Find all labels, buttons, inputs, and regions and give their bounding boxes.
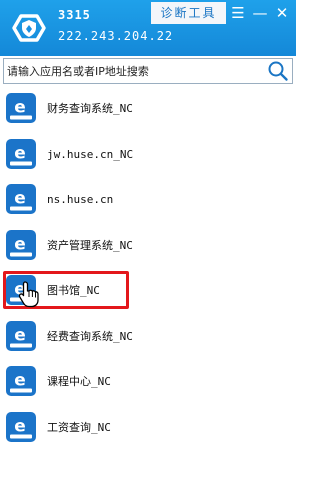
browser-e-icon: e [6, 184, 36, 214]
browser-e-icon: e [6, 366, 36, 396]
app-item-label: 图书馆_NC [47, 284, 100, 297]
svg-text:e: e [14, 189, 26, 209]
app-item-label: ns.huse.cn [47, 193, 114, 206]
server-ip: 222.243.204.22 [58, 29, 174, 43]
app-item-label: jw.huse.cn_NC [47, 147, 134, 161]
app-title: 3315 [58, 8, 91, 22]
app-item-finance[interactable]: e 财务查询系统_NC [0, 86, 296, 132]
hand-pointer-icon [18, 281, 39, 308]
app-item-funds[interactable]: e 经费查询系统_NC [0, 314, 296, 360]
browser-e-icon: e [6, 320, 36, 351]
app-item-ns[interactable]: e ns.huse.cn [0, 177, 296, 223]
app-item-assets[interactable]: e 资产管理系统_NC [0, 223, 296, 269]
app-item-label: 工资查询_NC [47, 420, 111, 434]
app-item-label: 资产管理系统_NC [47, 238, 133, 252]
minimize-icon[interactable]: — [249, 2, 271, 24]
title-bar: 3315 222.243.204.22 诊断工具 ☰ — ✕ [0, 0, 296, 56]
app-list: e 财务查询系统_NC e jw.huse.cn_NC e ns.huse.cn… [0, 86, 296, 450]
search-icon[interactable] [267, 60, 289, 82]
browser-e-icon: e [6, 411, 36, 442]
svg-text:e: e [14, 143, 26, 163]
search-input[interactable] [7, 61, 262, 81]
app-item-salary[interactable]: e 工资查询_NC [0, 405, 296, 451]
app-item-course[interactable]: e 课程中心_NC [0, 359, 296, 405]
svg-text:e: e [14, 98, 26, 118]
browser-e-icon: e [6, 229, 36, 260]
app-item-label: 经费查询系统_NC [47, 329, 133, 343]
app-item-jw[interactable]: e jw.huse.cn_NC [0, 132, 296, 178]
diagnose-tool-button[interactable]: 诊断工具 [151, 2, 226, 24]
app-item-library[interactable]: e 图书馆_NC [0, 268, 296, 314]
shield-logo-icon [12, 14, 46, 42]
svg-text:e: e [14, 416, 26, 436]
menu-icon[interactable]: ☰ [227, 2, 249, 24]
browser-e-icon: e [6, 138, 36, 169]
search-box [3, 58, 293, 84]
svg-text:e: e [14, 325, 26, 345]
app-item-label: 课程中心_NC [47, 375, 111, 388]
browser-e-icon: e [6, 93, 36, 123]
svg-text:e: e [14, 371, 26, 391]
close-icon[interactable]: ✕ [271, 2, 293, 24]
app-item-label: 财务查询系统_NC [47, 102, 133, 115]
svg-text:e: e [14, 234, 26, 254]
